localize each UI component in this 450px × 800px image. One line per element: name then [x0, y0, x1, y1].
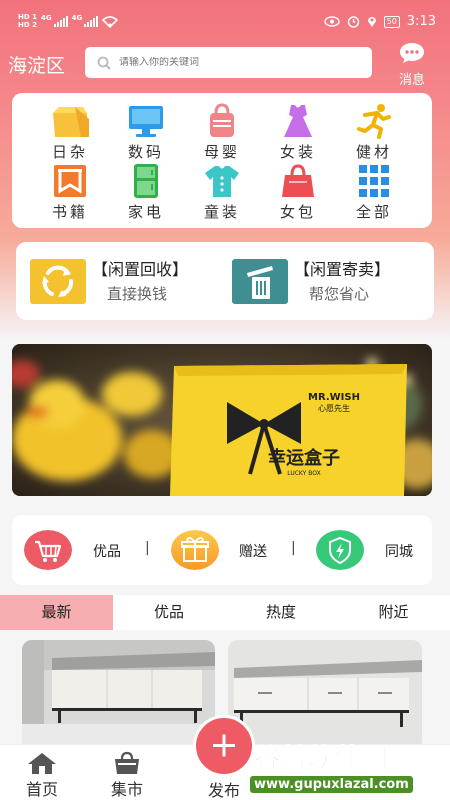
wifi-icon: [102, 15, 119, 28]
category-label: 女装: [279, 143, 316, 161]
baby-bag-icon: [210, 103, 234, 137]
clock: 3:13: [406, 14, 436, 29]
category-label: 日杂: [51, 143, 88, 161]
nav-publish-label: 发布: [207, 781, 240, 800]
recycle-icon: [30, 259, 86, 304]
signal-icon-2: [84, 16, 99, 27]
consignment-title: 【闲置寄卖】: [294, 260, 391, 279]
nav-publish[interactable]: 发布: [189, 777, 259, 800]
gift-icon: [171, 530, 219, 570]
cart-icon: [24, 530, 72, 570]
recycle-title: 【闲置回收】: [92, 260, 189, 279]
banner-title: 幸运盒子: [268, 447, 340, 469]
daily-goods-icon: [53, 107, 89, 137]
handbag-icon: [282, 164, 314, 197]
plus-icon: [213, 734, 235, 757]
category-digital[interactable]: 数码: [114, 103, 178, 161]
category-all[interactable]: 全部: [342, 163, 406, 221]
nav-home-label: 首页: [25, 780, 58, 799]
recycle-service[interactable]: 【闲置回收】 直接换钱: [30, 256, 230, 308]
nav-home[interactable]: 首页: [7, 751, 77, 800]
category-baby[interactable]: 母婴: [190, 103, 254, 161]
search-input[interactable]: [119, 57, 339, 68]
banner-brand: MR.WISH: [308, 392, 360, 403]
category-label: 家电: [127, 203, 164, 221]
category-daily[interactable]: 日杂: [38, 103, 102, 161]
shop-bag-icon: [115, 751, 139, 774]
trash-bin-icon: [232, 259, 288, 304]
book-icon: [54, 165, 86, 197]
category-label: 书籍: [51, 203, 88, 221]
banner-brand-cn: 心愿先生: [318, 403, 350, 413]
consignment-subtitle: 帮您省心: [309, 285, 370, 303]
alarm-icon: [347, 16, 359, 28]
feature-separator: |: [291, 540, 296, 556]
category-label: 母婴: [203, 143, 240, 161]
feed-tabs: 最新 优品 热度 附近: [0, 595, 450, 630]
category-label: 童装: [203, 203, 240, 221]
tab-nearby[interactable]: 附近: [337, 595, 450, 630]
product-image: [228, 640, 422, 750]
message-label: 消息: [398, 73, 425, 88]
watermark-title: 谷普软件园: [253, 744, 390, 775]
category-books[interactable]: 书籍: [38, 163, 102, 221]
nav-market[interactable]: 集市: [92, 751, 162, 800]
watermark-url: www.gupuxlazal.com: [250, 776, 413, 793]
monitor-icon: [129, 106, 163, 137]
tab-latest[interactable]: 最新: [0, 595, 113, 630]
sim2-label: HD 2: [18, 21, 37, 29]
category-fitness[interactable]: 健材: [342, 103, 406, 161]
service-card: 【闲置回收】 直接换钱 【闲置寄卖】 帮您省心: [16, 242, 434, 320]
message-button[interactable]: 消息: [393, 42, 431, 88]
tab-popular[interactable]: 热度: [225, 595, 337, 630]
status-bar: HD 1 HD 2 4G 4G 50 3:13: [0, 0, 450, 40]
category-appliances[interactable]: 家电: [114, 163, 178, 221]
category-card: 日杂 数码 母婴 女装 健材 书籍 家电 童装 女包 全部: [12, 93, 432, 228]
product-image: [22, 640, 215, 750]
location-selector[interactable]: 海淀区: [8, 51, 65, 78]
location-icon: [367, 17, 376, 27]
watermark: 谷普软件园 www.gupuxlazal.com: [250, 738, 448, 798]
sim-indicators: HD 1 HD 2: [18, 14, 37, 29]
publish-button[interactable]: [193, 715, 255, 777]
sim1-label: HD 1: [18, 13, 37, 21]
grid-icon: [359, 165, 389, 197]
product-card[interactable]: [22, 640, 215, 750]
category-kids-clothing[interactable]: 童装: [190, 163, 254, 221]
signal-icon: [53, 16, 68, 27]
lightning-shield-icon: [316, 530, 364, 570]
network2-label: 4G: [71, 14, 83, 22]
category-handbags[interactable]: 女包: [266, 163, 330, 221]
product-card[interactable]: [228, 640, 422, 750]
category-label: 健材: [355, 143, 392, 161]
kids-shirt-icon: [205, 166, 239, 197]
search-icon: [97, 56, 111, 70]
category-label: 女包: [279, 203, 316, 221]
eye-icon: [323, 16, 340, 27]
banner-subtitle: LUCKY BOX: [287, 470, 320, 477]
search-bar[interactable]: [85, 47, 372, 78]
battery-icon: 50: [383, 15, 400, 28]
promo-banner[interactable]: MR.WISH 心愿先生 幸运盒子 LUCKY BOX: [12, 344, 432, 496]
feature-card: 优品 | 赠送 | 同城: [12, 515, 432, 585]
banner-image: MR.WISH 心愿先生 幸运盒子 LUCKY BOX: [12, 344, 432, 496]
running-man-icon: [357, 104, 391, 139]
home-icon: [28, 753, 56, 774]
feature-quality-label: 优品: [93, 544, 121, 560]
recycle-subtitle: 直接换钱: [107, 285, 168, 303]
consignment-service[interactable]: 【闲置寄卖】 帮您省心: [232, 256, 432, 308]
category-label: 全部: [355, 203, 392, 221]
tab-quality[interactable]: 优品: [113, 595, 225, 630]
dress-icon: [284, 105, 312, 137]
category-womens-clothing[interactable]: 女装: [266, 103, 330, 161]
feature-separator: |: [145, 540, 150, 556]
feature-gift-label: 赠送: [239, 544, 267, 560]
network1-label: 4G: [40, 14, 52, 22]
category-label: 数码: [127, 143, 164, 161]
nav-market-label: 集市: [110, 780, 143, 799]
feature-local-label: 同城: [385, 544, 413, 560]
chat-bubble-icon: [400, 43, 424, 63]
fridge-icon: [134, 164, 158, 198]
